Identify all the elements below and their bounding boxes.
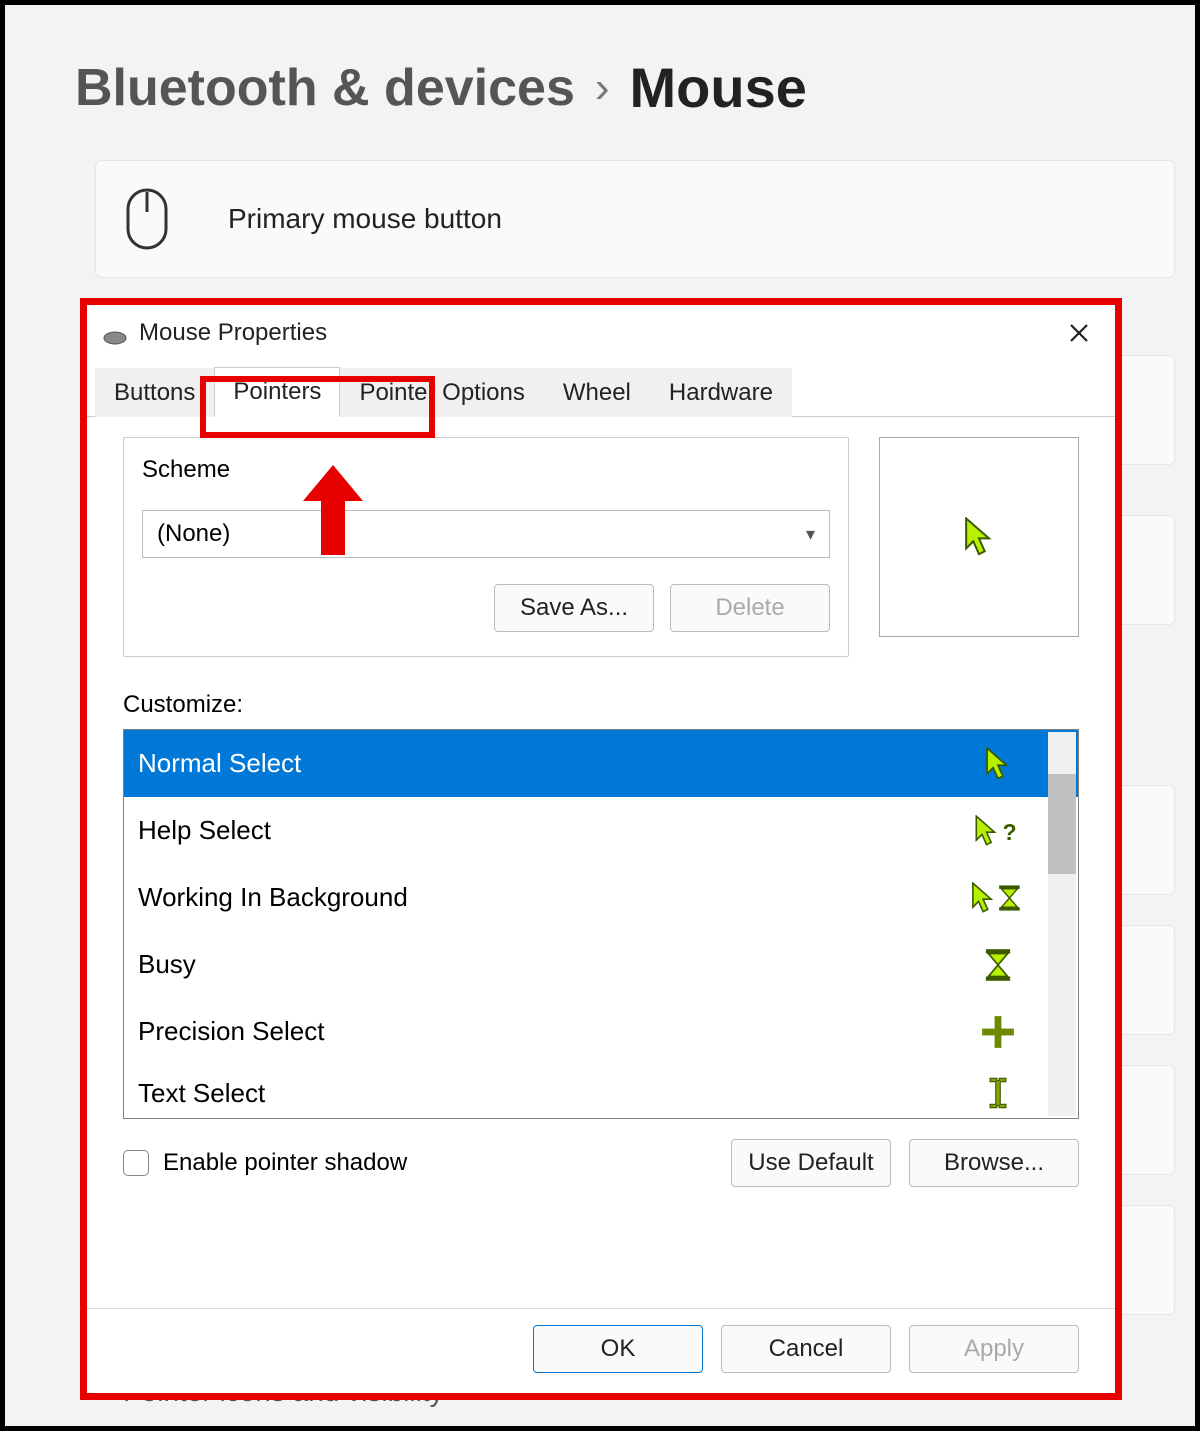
chevron-right-icon: › — [595, 63, 610, 113]
customize-label: Customize: — [123, 691, 1079, 719]
browse-button[interactable]: Browse... — [909, 1139, 1079, 1187]
breadcrumb-current: Mouse — [630, 55, 807, 120]
hourglass-cursor-icon — [968, 948, 1028, 982]
item-label: Precision Select — [138, 1016, 324, 1047]
arrow-cursor-icon — [968, 747, 1028, 781]
arrow-help-cursor-icon: ? — [968, 815, 1028, 847]
titlebar: Mouse Properties — [87, 305, 1115, 361]
mouse-properties-dialog: Mouse Properties Buttons Pointers Pointe… — [87, 305, 1115, 1393]
list-item-text-select[interactable]: Text Select — [124, 1065, 1078, 1118]
item-label: Busy — [138, 949, 196, 980]
card-label: Primary mouse button — [228, 203, 502, 235]
tab-pointers[interactable]: Pointers — [214, 367, 340, 417]
list-item-busy[interactable]: Busy — [124, 931, 1078, 998]
cursor-list: Normal Select Help Select ? Working In B… — [123, 729, 1079, 1119]
arrow-hourglass-cursor-icon — [968, 882, 1028, 914]
dialog-footer: OK Cancel Apply — [87, 1308, 1115, 1393]
list-item-precision-select[interactable]: Precision Select — [124, 998, 1078, 1065]
cancel-button[interactable]: Cancel — [721, 1325, 891, 1373]
dialog-title: Mouse Properties — [139, 319, 327, 347]
scheme-legend: Scheme — [142, 456, 230, 483]
dialog-content: Scheme (None) ▾ Save As... Delete Custom… — [87, 417, 1115, 1308]
crosshair-cursor-icon — [968, 1015, 1028, 1049]
tab-pointer-options[interactable]: Pointer Options — [340, 368, 543, 417]
close-button[interactable] — [1059, 313, 1099, 353]
enable-pointer-shadow-checkbox[interactable] — [123, 1150, 149, 1176]
chevron-down-icon: ▾ — [806, 524, 815, 545]
list-item-working-background[interactable]: Working In Background — [124, 864, 1078, 931]
tab-hardware[interactable]: Hardware — [650, 368, 792, 417]
tab-buttons[interactable]: Buttons — [95, 368, 214, 417]
item-label: Working In Background — [138, 882, 408, 913]
item-label: Help Select — [138, 815, 271, 846]
save-as-button[interactable]: Save As... — [494, 584, 654, 632]
svg-text:?: ? — [1003, 819, 1017, 845]
breadcrumb-parent[interactable]: Bluetooth & devices — [75, 58, 575, 118]
item-label: Text Select — [138, 1078, 265, 1109]
tab-strip: Buttons Pointers Pointer Options Wheel H… — [87, 361, 1115, 417]
enable-pointer-shadow-label: Enable pointer shadow — [163, 1149, 407, 1177]
delete-button: Delete — [670, 584, 830, 632]
use-default-button[interactable]: Use Default — [731, 1139, 891, 1187]
scrollbar-thumb[interactable] — [1048, 774, 1076, 874]
ok-button[interactable]: OK — [533, 1325, 703, 1373]
list-item-help-select[interactable]: Help Select ? — [124, 797, 1078, 864]
tab-wheel[interactable]: Wheel — [544, 368, 650, 417]
arrow-cursor-icon — [963, 517, 995, 557]
scheme-select[interactable]: (None) ▾ — [142, 510, 830, 558]
list-item-normal-select[interactable]: Normal Select — [124, 730, 1078, 797]
item-label: Normal Select — [138, 748, 301, 779]
ibeam-cursor-icon — [968, 1076, 1028, 1110]
cursor-preview-box — [879, 437, 1079, 637]
mouse-titlebar-icon — [103, 325, 127, 341]
scheme-group: Scheme (None) ▾ Save As... Delete — [123, 437, 849, 657]
breadcrumb: Bluetooth & devices › Mouse — [5, 5, 1195, 160]
scheme-value: (None) — [157, 520, 230, 548]
mouse-icon — [126, 185, 168, 253]
apply-button: Apply — [909, 1325, 1079, 1373]
primary-mouse-button-card[interactable]: Primary mouse button — [95, 160, 1175, 278]
